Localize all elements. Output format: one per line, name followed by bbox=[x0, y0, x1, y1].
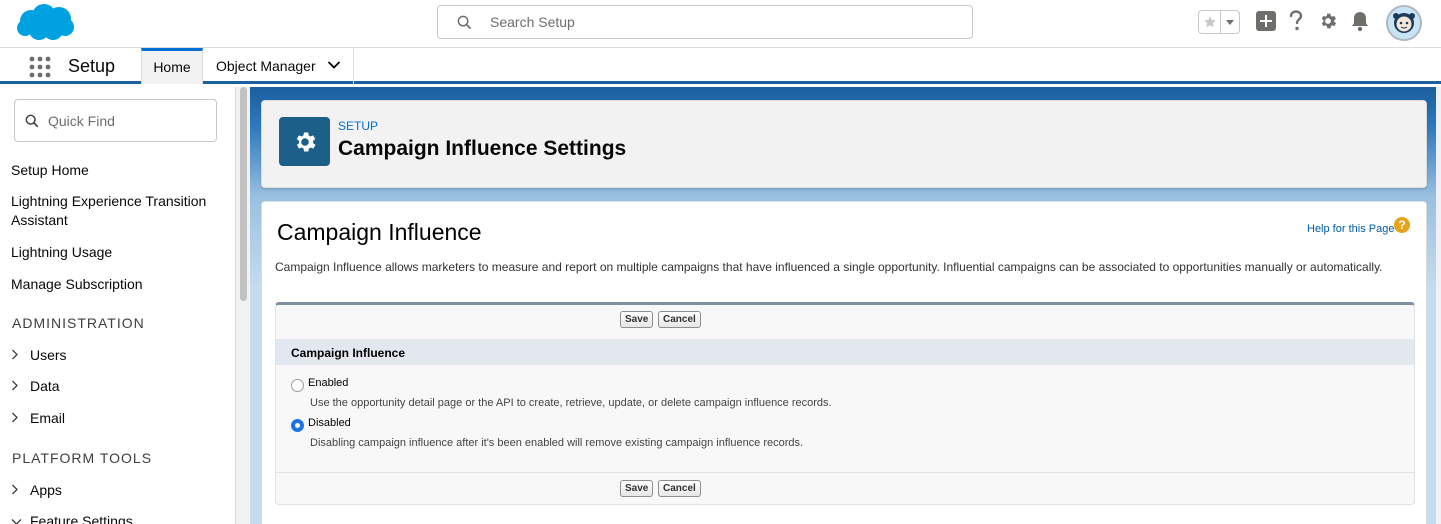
sidebar-scrollbar[interactable] bbox=[236, 87, 250, 524]
sidebar-scrollbar-thumb[interactable] bbox=[240, 87, 247, 301]
radio-enabled-label: Enabled bbox=[308, 377, 349, 389]
global-header: Search Setup bbox=[0, 0, 1441, 48]
settings-gear-icon bbox=[279, 117, 330, 166]
nav-tree-label: Email bbox=[30, 410, 66, 426]
top-button-row: Save Cancel bbox=[276, 311, 1414, 341]
chevron-down-icon[interactable] bbox=[11, 513, 30, 524]
bottom-button-row: Save Cancel bbox=[276, 480, 1414, 510]
radio-disabled-help: Disabling campaign influence after it's … bbox=[310, 437, 804, 449]
radio-disabled-label: Disabled bbox=[308, 417, 351, 429]
favorites-button-group bbox=[1198, 10, 1240, 34]
nav-tree-data[interactable]: Data bbox=[11, 378, 60, 394]
block-subheader: Campaign Influence bbox=[276, 339, 1414, 365]
nav-tree-email[interactable]: Email bbox=[11, 410, 65, 426]
nav-tree-feature-settings[interactable]: Feature Settings bbox=[11, 513, 133, 524]
help-icon[interactable] bbox=[1288, 10, 1304, 37]
nav-tree-label: Feature Settings bbox=[30, 513, 133, 524]
section-title: Campaign Influence bbox=[277, 219, 482, 245]
chevron-right-icon[interactable] bbox=[11, 410, 30, 426]
tab-home[interactable]: Home bbox=[141, 48, 203, 84]
breadcrumb-eyebrow: SETUP bbox=[338, 119, 379, 133]
nav-tree-apps[interactable]: Apps bbox=[11, 482, 62, 498]
page-description: Campaign Influence allows marketers to m… bbox=[275, 260, 1383, 274]
user-avatar[interactable] bbox=[1386, 5, 1422, 41]
context-bar: Setup Home Object Manager bbox=[0, 48, 1441, 84]
page-title: Campaign Influence Settings bbox=[338, 137, 627, 160]
divider bbox=[276, 472, 1414, 473]
bell-icon[interactable] bbox=[1350, 10, 1370, 37]
chevron-right-icon[interactable] bbox=[11, 347, 30, 363]
setup-sidebar: Quick Find Setup Home Lightning Experien… bbox=[0, 87, 236, 524]
search-placeholder: Search Setup bbox=[490, 14, 575, 30]
nav-tree-users[interactable]: Users bbox=[11, 347, 67, 363]
salesforce-logo[interactable] bbox=[15, 3, 75, 43]
chevron-right-icon[interactable] bbox=[11, 378, 30, 394]
app-launcher-icon[interactable] bbox=[29, 56, 51, 78]
search-icon bbox=[25, 114, 39, 128]
app-name: Setup bbox=[68, 56, 116, 76]
tab-object-manager-label: Object Manager bbox=[216, 58, 316, 74]
cancel-button-bottom[interactable]: Cancel bbox=[658, 480, 701, 497]
radio-disabled[interactable] bbox=[291, 419, 304, 432]
quick-find-input[interactable]: Quick Find bbox=[14, 99, 217, 142]
nav-lightning-transition-assistant[interactable]: Lightning Experience Transition Assistan… bbox=[11, 192, 216, 230]
block-subheader-title: Campaign Influence bbox=[291, 346, 406, 360]
plus-icon[interactable] bbox=[1256, 10, 1276, 37]
search-icon bbox=[457, 15, 472, 30]
main-content: SETUP Campaign Influence Settings Campai… bbox=[250, 87, 1441, 524]
page-scrollbar[interactable] bbox=[1436, 87, 1441, 524]
chevron-down-icon[interactable] bbox=[327, 60, 341, 70]
nav-tree-label: Apps bbox=[30, 482, 62, 498]
nav-tree-label: Users bbox=[30, 347, 67, 363]
quick-find-placeholder: Quick Find bbox=[48, 113, 115, 129]
save-button-bottom[interactable]: Save bbox=[620, 480, 654, 497]
save-button-top[interactable]: Save bbox=[620, 311, 654, 328]
nav-setup-home[interactable]: Setup Home bbox=[11, 161, 216, 180]
section-heading-administration: ADMINISTRATION bbox=[12, 315, 145, 331]
page-header: SETUP Campaign Influence Settings bbox=[261, 100, 1427, 188]
edit-form-block: Save Cancel Campaign Influence Enabled U… bbox=[275, 302, 1415, 505]
help-question-icon[interactable]: ? bbox=[1394, 217, 1410, 233]
tab-object-manager[interactable]: Object Manager bbox=[203, 48, 354, 84]
nav-manage-subscription[interactable]: Manage Subscription bbox=[11, 275, 216, 294]
radio-enabled[interactable] bbox=[291, 379, 304, 392]
gear-icon[interactable] bbox=[1318, 10, 1338, 37]
nav-tree-label: Data bbox=[30, 378, 60, 394]
chevron-right-icon[interactable] bbox=[11, 482, 30, 498]
star-icon[interactable] bbox=[1199, 11, 1221, 33]
caret-down-icon[interactable] bbox=[1221, 11, 1239, 33]
content-card: Campaign Influence Help for this Page ? … bbox=[261, 201, 1427, 524]
nav-lightning-usage[interactable]: Lightning Usage bbox=[11, 243, 216, 262]
radio-enabled-help: Use the opportunity detail page or the A… bbox=[310, 397, 832, 409]
cancel-button-top[interactable]: Cancel bbox=[658, 311, 701, 328]
help-for-this-page-link[interactable]: Help for this Page bbox=[1307, 223, 1394, 235]
section-heading-platform-tools: PLATFORM TOOLS bbox=[12, 450, 153, 466]
global-search-input[interactable]: Search Setup bbox=[437, 5, 973, 39]
